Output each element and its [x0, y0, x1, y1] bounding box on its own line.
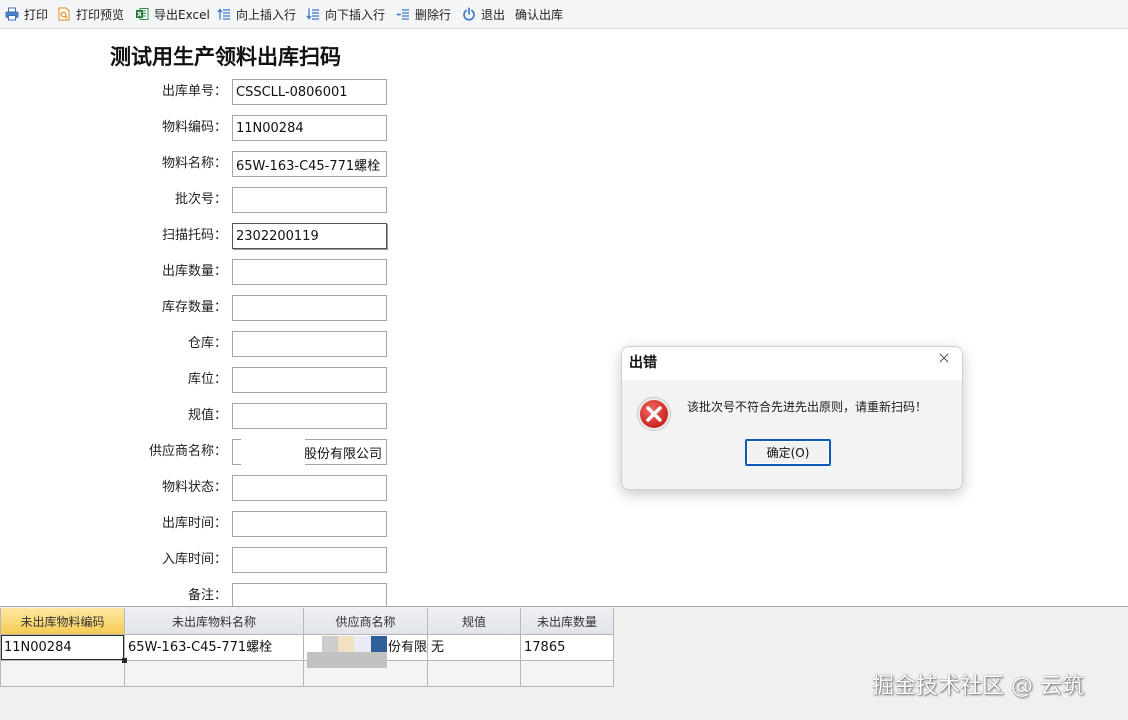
table-cell[interactable]	[428, 661, 521, 687]
field-row: 库位：	[0, 367, 400, 403]
cell-text: 11N00284	[4, 640, 72, 655]
field-row: 仓库：	[0, 331, 400, 367]
scan-pallet-code-label: 扫描托码：	[161, 228, 227, 243]
print-preview-button[interactable]: 打印预览	[57, 0, 124, 28]
outbound-qty-input[interactable]	[232, 259, 387, 285]
field-row: 规值：	[0, 403, 400, 439]
stock-qty-label: 库存数量：	[161, 300, 227, 315]
column-header-spec-value[interactable]: 规值	[428, 608, 521, 635]
toolbar: 打印 打印预览 导出Excel 向上插入行 向下插入行 删除行 退出 确认出库	[0, 0, 1128, 29]
close-icon[interactable]	[933, 348, 955, 368]
insert-row-below-button[interactable]: 向下插入行	[306, 0, 385, 28]
spec-value-input[interactable]	[232, 403, 387, 429]
batch-no-input[interactable]	[232, 187, 387, 213]
material-status-input[interactable]	[232, 475, 387, 501]
redaction-block	[307, 652, 387, 668]
delete-row-button[interactable]: 删除行	[396, 0, 451, 28]
inbound-time-label: 入库时间：	[161, 552, 227, 567]
dialog-title-bar[interactable]: 出错	[622, 347, 962, 380]
error-dialog: 出错 该批次号不符合先进先出原则，请重新扫码！ 确定(O)	[621, 346, 963, 490]
field-row: 出库时间：	[0, 511, 400, 547]
unshipped-materials-grid: 未出库物料编码 未出库物料名称 供应商名称 规值 未出库数量 11N00284 …	[0, 608, 614, 687]
error-icon	[636, 396, 672, 432]
supplier-name-label: 供应商名称：	[148, 444, 227, 459]
print-preview-icon	[57, 7, 71, 21]
export-excel-button[interactable]: 导出Excel	[135, 0, 210, 28]
redaction-block	[338, 636, 354, 652]
column-header-supplier-name[interactable]: 供应商名称	[304, 608, 428, 635]
export-excel-button-label: 导出Excel	[154, 7, 210, 22]
redaction-block	[241, 437, 305, 469]
outbound-order-no-label: 出库单号：	[161, 84, 227, 99]
material-code-label: 物料编码：	[161, 120, 227, 135]
table-cell[interactable]	[125, 661, 304, 687]
power-icon	[462, 7, 476, 21]
column-header-unshipped-qty[interactable]: 未出库数量	[521, 608, 614, 635]
field-row: 物料编码：	[0, 115, 400, 151]
table-cell[interactable]	[1, 661, 125, 687]
ok-button[interactable]: 确定(O)	[745, 439, 831, 466]
field-row: 供应商名称：	[0, 437, 400, 475]
field-row: 出库数量：	[0, 259, 400, 295]
table-cell[interactable]: 无	[428, 635, 521, 661]
field-row: 入库时间：	[0, 547, 400, 583]
column-header-material-code[interactable]: 未出库物料编码	[1, 608, 125, 635]
insert-row-above-button-label: 向上插入行	[236, 7, 297, 22]
field-row: 物料状态：	[0, 475, 400, 511]
stock-qty-input[interactable]	[232, 295, 387, 321]
batch-no-label: 批次号：	[174, 192, 227, 207]
print-button[interactable]: 打印	[5, 0, 48, 28]
printer-icon	[5, 7, 19, 21]
outbound-qty-label: 出库数量：	[161, 264, 227, 279]
dialog-message: 该批次号不符合先进先出原则，请重新扫码！	[687, 400, 928, 414]
field-row: 出库单号：	[0, 79, 400, 115]
print-preview-button-label: 打印预览	[76, 7, 125, 22]
outbound-form: 出库单号： 物料编码： 物料名称： 批次号： 扫描托码： 出库数量： 库存数量：…	[0, 79, 400, 619]
material-name-label: 物料名称：	[161, 156, 227, 171]
spec-value-label: 规值：	[187, 408, 227, 423]
exit-button[interactable]: 退出	[462, 0, 505, 28]
insert-row-above-button[interactable]: 向上插入行	[217, 0, 296, 28]
location-input[interactable]	[232, 367, 387, 393]
column-header-material-name[interactable]: 未出库物料名称	[125, 608, 304, 635]
insert-row-below-button-label: 向下插入行	[325, 7, 386, 22]
scan-pallet-code-input[interactable]	[232, 223, 387, 249]
confirm-outbound-button[interactable]: 确认出库	[515, 0, 563, 28]
delete-row-icon	[396, 7, 410, 21]
warehouse-input[interactable]	[232, 331, 387, 357]
inbound-time-input[interactable]	[232, 547, 387, 573]
outbound-time-input[interactable]	[232, 511, 387, 537]
page-title: 测试用生产领料出库扫码	[110, 45, 341, 69]
watermark: 掘金技术社区 @ 云筑	[872, 674, 1084, 699]
location-label: 库位：	[187, 372, 227, 387]
field-row: 物料名称：	[0, 151, 400, 187]
redaction-block	[354, 636, 371, 652]
material-name-input[interactable]	[232, 151, 387, 177]
print-button-label: 打印	[24, 7, 49, 22]
field-row: 批次号：	[0, 187, 400, 223]
material-code-input[interactable]	[232, 115, 387, 141]
excel-icon	[135, 7, 149, 21]
field-row: 扫描托码：	[0, 223, 400, 259]
field-row: 库存数量：	[0, 295, 400, 331]
table-cell[interactable]: 65W-163-C45-771螺栓	[125, 635, 304, 661]
exit-button-label: 退出	[481, 7, 506, 22]
selection-handle[interactable]	[122, 658, 127, 663]
material-status-label: 物料状态：	[161, 480, 227, 495]
insert-row-below-icon	[306, 7, 320, 21]
confirm-outbound-button-label: 确认出库	[515, 7, 564, 22]
warehouse-label: 仓库：	[187, 336, 227, 351]
outbound-order-no-input[interactable]	[232, 79, 387, 105]
table-cell[interactable]	[521, 661, 614, 687]
insert-row-above-icon	[217, 7, 231, 21]
table-cell[interactable]: 17865	[521, 635, 614, 661]
grid-panel: 未出库物料编码 未出库物料名称 供应商名称 规值 未出库数量 11N00284 …	[0, 606, 1128, 720]
table-cell[interactable]: 11N00284	[1, 635, 127, 663]
delete-row-button-label: 删除行	[415, 7, 452, 22]
dialog-title: 出错	[629, 355, 657, 371]
outbound-time-label: 出库时间：	[161, 516, 227, 531]
redaction-block	[322, 636, 338, 652]
redaction-block	[371, 636, 387, 652]
